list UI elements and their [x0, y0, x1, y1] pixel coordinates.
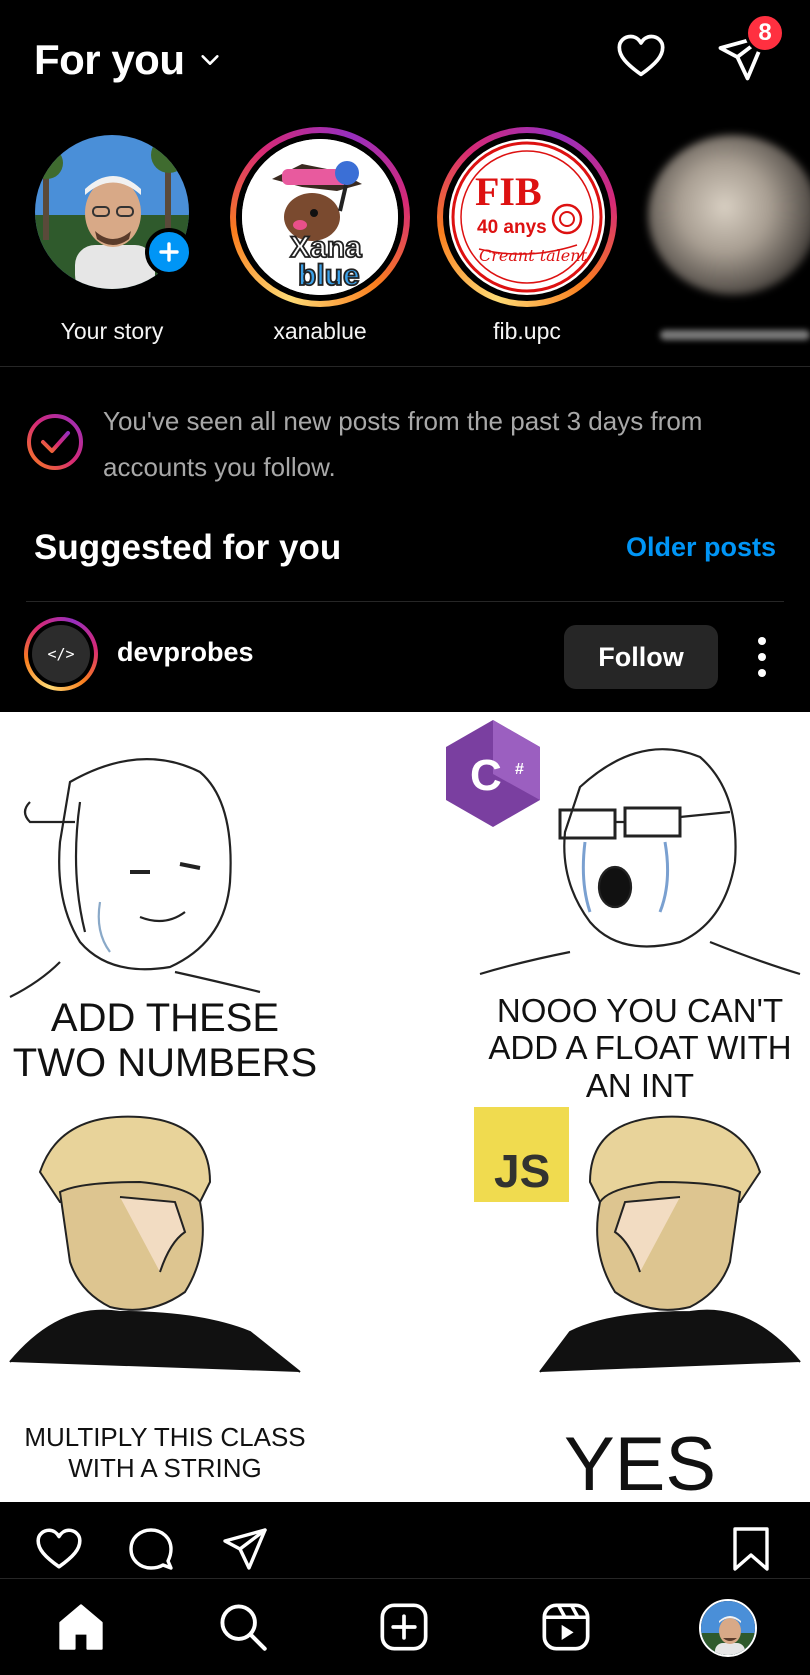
- meme-caption-1: ADD THESE TWO NUMBERS: [12, 996, 318, 1085]
- stories-divider: [0, 366, 810, 367]
- story-ring: Xana blue: [230, 127, 410, 307]
- story-ring: FIB 40 anys Creant talent: [437, 127, 617, 307]
- svg-text:#: #: [515, 761, 524, 778]
- stories-tray: Your story Xana blue xanablue FIB 40 any…: [0, 125, 810, 355]
- add-story-button[interactable]: [145, 228, 193, 276]
- checkmark-circle-icon: [27, 414, 83, 470]
- svg-text:C: C: [470, 751, 502, 800]
- svg-text:Creant talent: Creant talent: [479, 246, 588, 265]
- more-options-icon[interactable]: [748, 633, 776, 681]
- chevron-down-icon: [200, 55, 219, 65]
- meme-caption-3: MULTIPLY THIS CLASS WITH A STRING: [24, 1422, 306, 1483]
- post-actions: [0, 1505, 810, 1577]
- like-icon[interactable]: [34, 1525, 84, 1571]
- post-username[interactable]: devprobes: [117, 637, 254, 668]
- svg-text:blue: blue: [298, 259, 360, 292]
- svg-text:JS: JS: [494, 1145, 550, 1197]
- xanablue-logo: Xana blue: [242, 139, 398, 295]
- search-icon[interactable]: [217, 1601, 269, 1653]
- comment-icon[interactable]: [126, 1525, 176, 1573]
- fib-logo: FIB 40 anys Creant talent: [449, 139, 605, 295]
- post-image[interactable]: C # JS ADD THESE TWO NUMBERS NOOO YOU CA…: [0, 712, 810, 1502]
- share-icon[interactable]: [220, 1525, 270, 1573]
- svg-text:FIB: FIB: [475, 169, 542, 214]
- meme-artwork: C # JS: [9, 720, 801, 1373]
- code-icon: </>: [32, 625, 90, 683]
- create-icon[interactable]: [378, 1601, 430, 1653]
- story-partial[interactable]: [640, 125, 810, 355]
- feed-title: For you: [34, 36, 185, 83]
- suggested-title: Suggested for you: [34, 528, 342, 567]
- top-header: For you 8: [0, 0, 810, 120]
- blurred-avatar: [648, 135, 810, 295]
- feed-selector[interactable]: For you: [34, 36, 221, 84]
- follow-button[interactable]: Follow: [564, 625, 718, 689]
- story-label: Your story: [60, 318, 164, 344]
- heart-icon[interactable]: [615, 30, 667, 82]
- svg-text:40 anys: 40 anys: [477, 217, 547, 238]
- meme-caption-4: YES: [563, 1422, 717, 1502]
- reels-icon[interactable]: [540, 1601, 592, 1653]
- caught-up-text: You've seen all new posts from the past …: [103, 406, 703, 482]
- story-label: fib.upc: [493, 318, 561, 344]
- older-posts-link[interactable]: Older posts: [626, 532, 776, 563]
- meme-caption-2: NOOO YOU CAN'T ADD A FLOAT WITH AN INT: [488, 992, 792, 1104]
- profile-avatar[interactable]: [699, 1599, 757, 1657]
- notification-badge: 8: [745, 13, 785, 53]
- post-header: </> devprobes Follow: [0, 615, 810, 695]
- post-author-avatar[interactable]: </>: [24, 617, 98, 691]
- bookmark-icon[interactable]: [729, 1525, 773, 1573]
- home-icon[interactable]: [55, 1601, 107, 1653]
- blurred-label: [660, 330, 810, 340]
- section-divider: [26, 601, 784, 602]
- story-label: xanablue: [273, 318, 367, 344]
- bottom-nav: [0, 1578, 810, 1675]
